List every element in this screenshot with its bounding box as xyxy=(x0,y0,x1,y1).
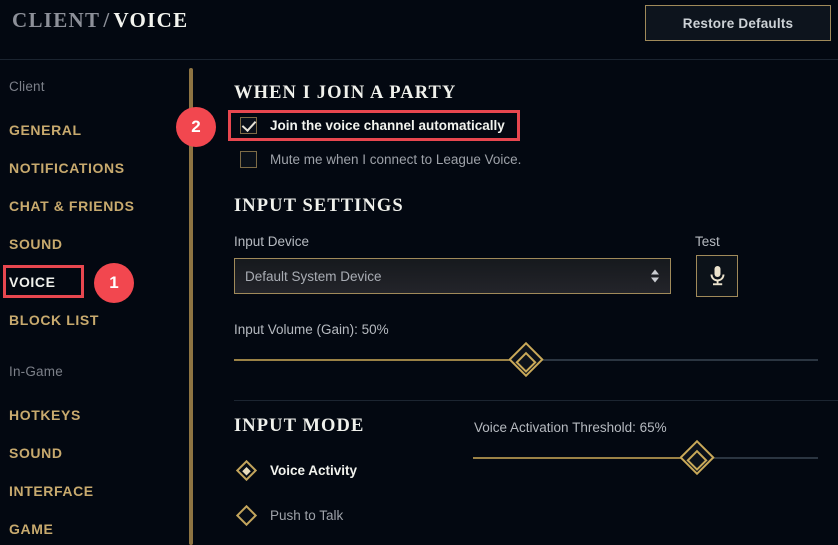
microphone-test-button[interactable] xyxy=(696,255,738,297)
sidebar-item-chat-and-friends[interactable]: CHAT & FRIENDS xyxy=(0,198,135,214)
annotation-badge-2: 2 xyxy=(176,107,216,147)
threshold-fill xyxy=(473,457,698,459)
settings-sidebar: Client GENERAL NOTIFICATIONS CHAT & FRIE… xyxy=(0,60,188,545)
page-header: CLIENT / VOICE Restore Defaults xyxy=(0,0,838,60)
input-volume-slider[interactable] xyxy=(234,341,818,378)
microphone-icon xyxy=(710,266,724,286)
league-client-settings-window: CLIENT / VOICE Restore Defaults Client GEN… xyxy=(0,0,838,545)
sidebar-item-block-list[interactable]: BLOCK LIST xyxy=(0,312,99,328)
sidebar-group-title-ingame: In-Game xyxy=(9,364,63,379)
breadcrumb-root[interactable]: CLIENT xyxy=(12,8,100,32)
radio-label-voice-activity: Voice Activity xyxy=(270,463,358,478)
breadcrumb: CLIENT / VOICE xyxy=(12,8,188,33)
checkbox-row-join-voice-automatically[interactable]: Join the voice channel automatically xyxy=(240,117,505,134)
input-volume-fill xyxy=(234,359,526,361)
checkbox-row-mute-on-connect[interactable]: Mute me when I connect to League Voice. xyxy=(240,151,521,168)
input-device-label: Input Device xyxy=(234,234,310,249)
restore-defaults-button[interactable]: Restore Defaults xyxy=(645,5,831,41)
section-divider xyxy=(234,400,838,401)
sidebar-group-title-client: Client xyxy=(9,79,45,94)
radio-voice-activity[interactable] xyxy=(235,459,258,482)
input-volume-handle[interactable] xyxy=(508,341,544,378)
breadcrumb-separator: / xyxy=(103,8,111,32)
breadcrumb-current: VOICE xyxy=(113,8,189,32)
radio-row-voice-activity[interactable]: Voice Activity xyxy=(235,459,358,482)
voice-activation-threshold-slider[interactable] xyxy=(473,439,818,476)
input-volume-label: Input Volume (Gain): 50% xyxy=(234,322,389,337)
section-title-when-i-join-a-party: WHEN I JOIN A PARTY xyxy=(234,83,457,103)
section-title-input-mode: INPUT MODE xyxy=(234,416,365,436)
test-label: Test xyxy=(695,234,720,249)
sidebar-item-sound-client[interactable]: SOUND xyxy=(0,236,63,252)
sidebar-item-game[interactable]: GAME xyxy=(0,521,53,537)
checkbox-label-mute-on-connect: Mute me when I connect to League Voice. xyxy=(270,152,522,167)
section-title-input-settings: INPUT SETTINGS xyxy=(234,196,404,216)
radio-row-push-to-talk[interactable]: Push to Talk xyxy=(235,504,344,527)
checkbox-label-join-voice-automatically: Join the voice channel automatically xyxy=(270,118,505,133)
threshold-handle[interactable] xyxy=(679,439,715,476)
sidebar-item-sound-ingame[interactable]: SOUND xyxy=(0,445,63,461)
sidebar-item-general[interactable]: GENERAL xyxy=(0,122,82,138)
checkbox-join-voice-automatically[interactable] xyxy=(240,117,257,134)
input-device-select[interactable]: Default System Device xyxy=(234,258,671,294)
annotation-badge-1: 1 xyxy=(94,263,134,303)
radio-push-to-talk[interactable] xyxy=(235,504,258,527)
sidebar-item-notifications[interactable]: NOTIFICATIONS xyxy=(0,160,125,176)
chevron-updown-icon xyxy=(651,269,659,283)
voice-activation-threshold-label: Voice Activation Threshold: 65% xyxy=(474,420,667,435)
sidebar-item-voice[interactable]: VOICE xyxy=(0,274,56,290)
checkbox-mute-on-connect[interactable] xyxy=(240,151,257,168)
radio-label-push-to-talk: Push to Talk xyxy=(270,508,344,523)
settings-content-panel: WHEN I JOIN A PARTY Join the voice chann… xyxy=(234,60,838,545)
sidebar-item-hotkeys[interactable]: HOTKEYS xyxy=(0,407,81,423)
sidebar-item-interface[interactable]: INTERFACE xyxy=(0,483,94,499)
input-device-selected-value: Default System Device xyxy=(245,268,382,284)
